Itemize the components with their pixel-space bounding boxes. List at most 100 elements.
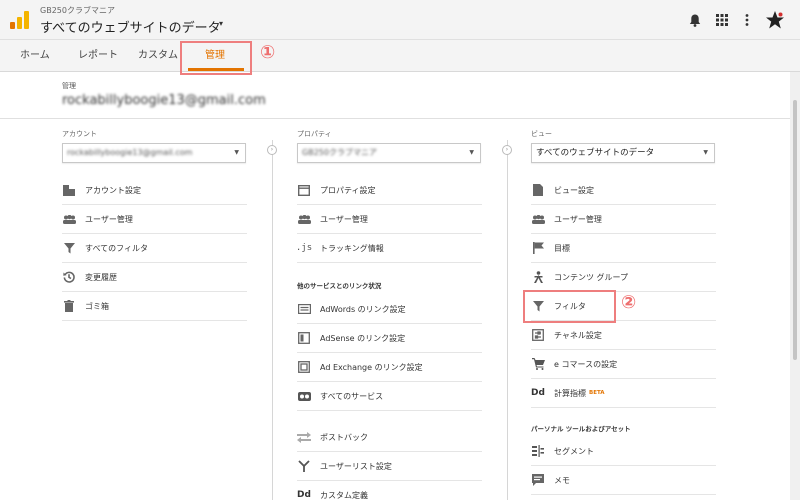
flag-icon <box>531 241 545 255</box>
all-filters-item[interactable]: すべてのフィルタ <box>62 234 247 263</box>
change-history-item[interactable]: 変更履歴 <box>62 263 247 292</box>
building-icon <box>62 183 76 197</box>
view-selector-title[interactable]: すべてのウェブサイトのデータ <box>40 17 221 36</box>
window-icon <box>297 183 311 197</box>
property-user-management-label: ユーザー管理 <box>320 215 368 224</box>
ecommerce-settings-item[interactable]: e コマースの設定 <box>531 350 716 379</box>
account-column-label: アカウント <box>62 130 97 138</box>
account-settings-item[interactable]: アカウント設定 <box>62 176 247 205</box>
channel-settings-item[interactable]: チャネル設定 <box>531 321 716 350</box>
adexchange-link-item[interactable]: Ad Exchange のリンク設定 <box>297 353 482 382</box>
account-user-management-item[interactable]: ユーザー管理 <box>62 205 247 234</box>
chevron-right-icon: › <box>267 145 277 155</box>
calculated-metrics-label: 計算指標 BETA <box>554 389 605 398</box>
view-user-management-item[interactable]: ユーザー管理 <box>531 205 716 234</box>
document-icon <box>531 183 545 197</box>
adwords-link-item[interactable]: AdWords のリンク設定 <box>297 295 482 324</box>
history-icon <box>62 270 76 284</box>
dd-icon: Dd <box>531 388 545 398</box>
view-settings-label: ビュー設定 <box>554 186 594 195</box>
admin-label: 管理 <box>62 82 76 90</box>
account-select-value: rockabillyboogie13@gmail.com <box>67 148 193 157</box>
adwords-icon <box>297 302 311 316</box>
tab-home[interactable]: ホーム <box>20 40 50 72</box>
content-grouping-item[interactable]: コンテンツ グループ <box>531 263 716 292</box>
account-name[interactable]: GB250クラブマニア <box>40 5 115 16</box>
content-grouping-label: コンテンツ グループ <box>554 273 629 282</box>
more-vert-icon[interactable] <box>739 12 755 28</box>
apps-grid-icon[interactable] <box>714 12 730 28</box>
chevron-down-icon[interactable]: ▾ <box>219 19 223 28</box>
users-icon <box>297 212 311 226</box>
property-select-value: GB250クラブマニア <box>302 148 377 157</box>
postback-icon <box>297 430 311 444</box>
chevron-down-icon: ▼ <box>703 149 708 156</box>
tab-reports[interactable]: レポート <box>78 40 118 72</box>
goals-item[interactable]: 目標 <box>531 234 716 263</box>
adexchange-icon <box>297 360 311 374</box>
property-select[interactable]: GB250クラブマニア ▼ <box>297 143 481 163</box>
adsense-link-item[interactable]: AdSense のリンク設定 <box>297 324 482 353</box>
property-user-management-item[interactable]: ユーザー管理 <box>297 205 482 234</box>
chevron-down-icon: ▼ <box>234 149 239 156</box>
channel-settings-label: チャネル設定 <box>554 331 602 340</box>
postback-item[interactable]: ポストバック <box>297 423 482 452</box>
custom-definitions-item[interactable]: Dd カスタム定義 <box>297 481 482 500</box>
channel-icon <box>531 328 545 342</box>
user-list-settings-label: ユーザーリスト設定 <box>320 462 392 471</box>
trash-icon <box>62 299 76 313</box>
filter-icon <box>62 241 76 255</box>
segments-item[interactable]: セグメント <box>531 437 716 466</box>
change-history-label: 変更履歴 <box>85 273 117 282</box>
view-select[interactable]: すべてのウェブサイトのデータ ▼ <box>531 143 715 163</box>
adsense-link-label: AdSense のリンク設定 <box>320 334 406 343</box>
property-settings-item[interactable]: プロパティ設定 <box>297 176 482 205</box>
chevron-down-icon: ▼ <box>469 149 474 156</box>
column-divider <box>507 140 508 500</box>
users-icon <box>62 212 76 226</box>
userlist-icon <box>297 459 311 473</box>
column-divider <box>272 140 273 500</box>
account-settings-label: アカウント設定 <box>85 186 141 195</box>
cart-icon <box>531 357 545 371</box>
all-services-label: すべてのサービス <box>320 392 384 401</box>
scrollbar-thumb[interactable] <box>793 100 797 360</box>
calculated-metrics-item[interactable]: Dd 計算指標 BETA <box>531 379 716 408</box>
trash-item[interactable]: ゴミ箱 <box>62 292 247 321</box>
user-list-settings-item[interactable]: ユーザーリスト設定 <box>297 452 482 481</box>
linked-services-heading: 他のサービスとのリンク状況 <box>297 282 382 290</box>
all-filters-label: すべてのフィルタ <box>85 244 148 253</box>
view-settings-item[interactable]: ビュー設定 <box>531 176 716 205</box>
bell-icon[interactable] <box>687 12 703 28</box>
custom-definitions-label: カスタム定義 <box>320 491 368 500</box>
top-bar: GB250クラブマニア すべてのウェブサイトのデータ ▾ <box>0 0 800 40</box>
avatar[interactable] <box>765 10 785 30</box>
tracking-info-item[interactable]: .js トラッキング情報 <box>296 234 482 263</box>
dd-icon: Dd <box>297 490 311 500</box>
account-user-management-label: ユーザー管理 <box>85 215 133 224</box>
property-column-label: プロパティ <box>297 130 332 138</box>
view-select-value: すべてのウェブサイトのデータ <box>536 148 655 158</box>
postback-label: ポストバック <box>320 433 368 442</box>
segment-icon <box>531 444 545 458</box>
view-user-management-label: ユーザー管理 <box>554 215 602 224</box>
annotation-box-filter <box>523 290 616 323</box>
chevron-right-icon: › <box>502 145 512 155</box>
account-select[interactable]: rockabillyboogie13@gmail.com ▼ <box>62 143 246 163</box>
view-column-label: ビュー <box>531 130 552 138</box>
adsense-icon <box>297 331 311 345</box>
trash-label: ゴミ箱 <box>85 302 109 311</box>
adexchange-link-label: Ad Exchange のリンク設定 <box>320 363 423 372</box>
analytics-logo-icon <box>10 11 29 29</box>
personal-tools-heading: パーソナル ツールおよびアセット <box>531 425 631 433</box>
account-email: rockabillyboogie13@gmail.com <box>62 93 266 108</box>
all-services-item[interactable]: すべてのサービス <box>297 382 482 411</box>
beta-badge: BETA <box>589 390 605 396</box>
memo-item[interactable]: メモ <box>531 466 716 495</box>
divider <box>0 118 790 119</box>
property-settings-label: プロパティ設定 <box>320 186 376 195</box>
annotation-number-1: ① <box>260 42 276 63</box>
person-icon <box>531 270 545 284</box>
tab-custom[interactable]: カスタム <box>138 40 178 72</box>
annotation-box-admin <box>180 41 252 75</box>
